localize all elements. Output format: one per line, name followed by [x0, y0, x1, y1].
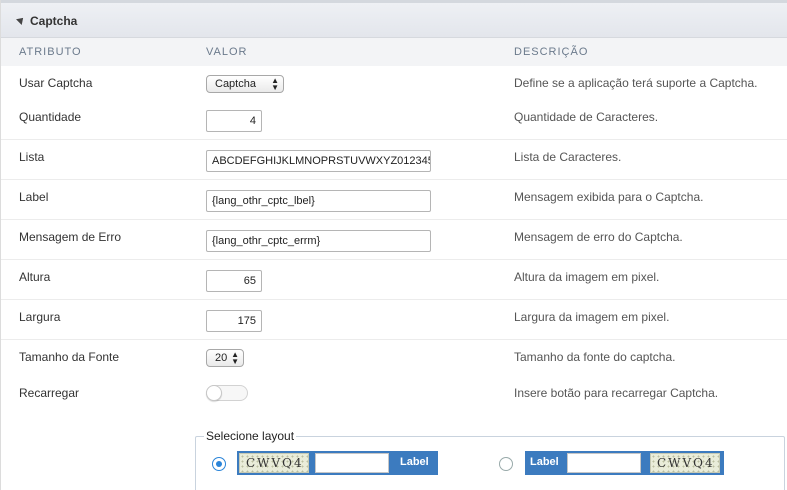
table-row: Mensagem de Erro {lang_othr_cptc_errm} M…	[1, 220, 787, 260]
table-row: Recarregar Insere botão para recarregar …	[1, 376, 787, 416]
table-row: Tamanho da Fonte 20 ▲ ▼ Tamanho da fonte …	[1, 340, 787, 380]
character-list-input[interactable]: ABCDEFGHIJKLMNOPRSTUVWXYZ0123456789	[206, 150, 431, 172]
captcha-image: CWVQ4	[239, 453, 309, 473]
table-row: Lista ABCDEFGHIJKLMNOPRSTUVWXYZ012345678…	[1, 140, 787, 180]
captcha-panel: Captcha ATRIBUTO VALOR DESCRIÇÃO Usar Ca…	[0, 0, 787, 490]
captcha-input-preview	[567, 453, 641, 473]
panel-header[interactable]: Captcha	[1, 0, 787, 38]
height-input[interactable]: 65	[206, 270, 262, 292]
layout-legend: Selecione layout	[204, 429, 297, 443]
label-input[interactable]: {lang_othr_cptc_lbel}	[206, 190, 431, 212]
select-value: 20	[215, 352, 228, 364]
table-row: Quantidade 4 Quantidade de Caracteres.	[1, 100, 787, 140]
column-header-attribute: ATRIBUTO	[19, 46, 82, 58]
description-text: Define se a aplicação terá suporte a Cap…	[514, 76, 758, 90]
panel-title: Captcha	[30, 14, 78, 28]
layout-option-1-radio[interactable]	[212, 457, 226, 471]
attribute-label: Recarregar	[19, 386, 80, 400]
captcha-label: Label	[530, 456, 559, 468]
description-text: Mensagem exibida para o Captcha.	[514, 190, 704, 204]
description-text: Altura da imagem em pixel.	[514, 270, 660, 284]
layout-option-2-radio[interactable]	[499, 457, 513, 471]
description-text: Quantidade de Caracteres.	[514, 110, 659, 124]
description-text: Mensagem de erro do Captcha.	[514, 230, 683, 244]
quantity-input[interactable]: 4	[206, 110, 262, 132]
reload-toggle[interactable]	[206, 385, 248, 401]
toggle-knob	[206, 385, 222, 401]
table-row: Altura 65 Altura da imagem em pixel.	[1, 260, 787, 300]
select-arrows-icon: ▲ ▼	[231, 350, 239, 366]
attribute-label: Quantidade	[19, 110, 82, 124]
error-message-input[interactable]: {lang_othr_cptc_errm}	[206, 230, 431, 252]
captcha-text: CWVQ4	[246, 456, 304, 470]
attribute-label: Largura	[19, 310, 61, 324]
select-arrows-icon: ▲ ▼	[271, 76, 279, 92]
table-row: Largura 175 Largura da imagem em pixel.	[1, 300, 787, 340]
width-input[interactable]: 175	[206, 310, 262, 332]
description-text: Tamanho da fonte do captcha.	[514, 350, 676, 364]
collapse-caret-icon[interactable]	[16, 15, 26, 25]
attribute-label: Mensagem de Erro	[19, 230, 122, 244]
captcha-label: Label	[400, 456, 429, 468]
column-header-value: VALOR	[206, 46, 248, 58]
attribute-label: Altura	[19, 270, 51, 284]
column-header-row: ATRIBUTO VALOR DESCRIÇÃO	[1, 38, 787, 66]
description-text: Largura da imagem em pixel.	[514, 310, 670, 324]
column-header-description: DESCRIÇÃO	[514, 46, 589, 58]
font-size-select[interactable]: 20 ▲ ▼	[206, 349, 244, 367]
attribute-label: Tamanho da Fonte	[19, 350, 120, 364]
use-captcha-select[interactable]: Captcha ▲ ▼	[206, 75, 284, 93]
attribute-label: Lista	[19, 150, 45, 164]
layout-option-1-preview[interactable]: CWVQ4 Label	[237, 451, 438, 475]
table-row: Label {lang_othr_cptc_lbel} Mensagem exi…	[1, 180, 787, 220]
captcha-image: CWVQ4	[650, 453, 720, 473]
description-text: Lista de Caracteres.	[514, 150, 622, 164]
layout-option-2-preview[interactable]: Label CWVQ4	[525, 451, 724, 475]
captcha-input-preview	[315, 453, 389, 473]
description-text: Insere botão para recarregar Captcha.	[514, 386, 719, 400]
attribute-label: Usar Captcha	[19, 76, 93, 90]
captcha-text: CWVQ4	[657, 456, 715, 470]
select-value: Captcha	[215, 78, 256, 90]
attribute-label: Label	[19, 190, 49, 204]
